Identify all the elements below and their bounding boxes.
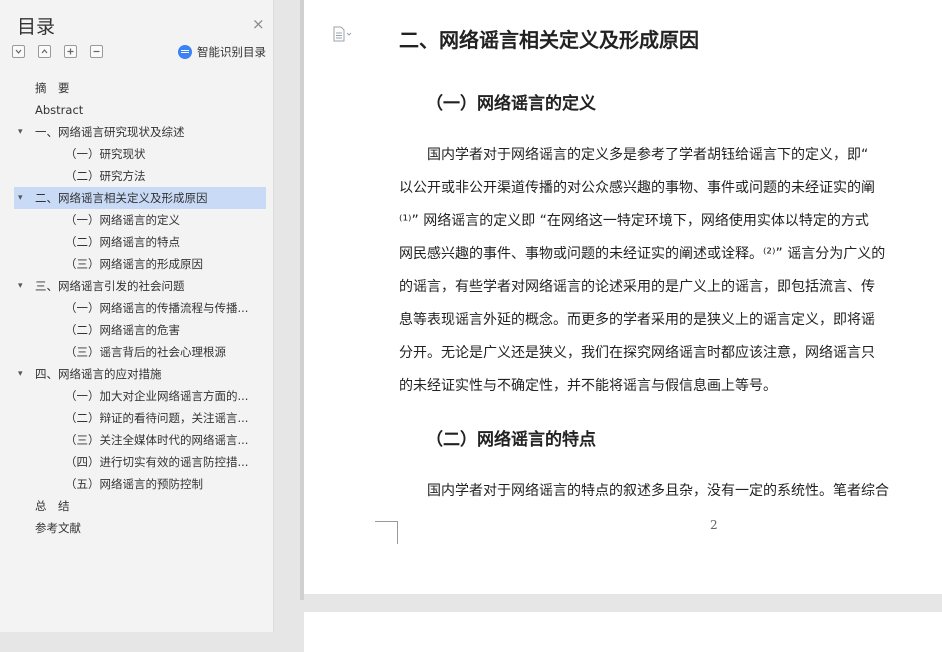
toc-item[interactable]: （五）网络谣言的预防控制 (14, 473, 266, 495)
toc-panel: 目录 × 智能识别目录 摘 要 Abstract ▾ 一、网络谣言研究现状及综述 （一）… (0, 0, 274, 632)
toc-item-label: （三）关注全媒体时代的网络谣言... (65, 433, 249, 447)
toc-item[interactable]: （三）关注全媒体时代的网络谣言... (14, 429, 266, 451)
toc-item-label: （二）研究方法 (65, 169, 146, 183)
toc-item[interactable]: （三）谣言背后的社会心理根源 (14, 341, 266, 363)
toc-item-label: （一）加大对企业网络谣言方面的... (65, 389, 249, 403)
toc-item-label: 总 结 (35, 499, 70, 513)
add-icon[interactable] (64, 45, 77, 58)
paragraph-line: 的谣言，有些学者对网络谣言的论述采用的是广义上的谣言，即包括流言、传 (399, 279, 875, 295)
paragraph-line: 国内学者对于网络谣言的特点的叙述多且杂，没有一定的系统性。笔者综合 (399, 483, 889, 499)
next-page[interactable] (304, 612, 942, 652)
toc-item[interactable]: 参考文献 (14, 517, 266, 539)
toc-item-label: 四、网络谣言的应对措施 (35, 367, 162, 381)
toc-item-label: Abstract (35, 103, 84, 117)
toc-scrollbar[interactable] (271, 90, 274, 610)
paragraph-line: 以公开或非公开渠道传播的对公众感兴趣的事物、事件或问题的未经证实的阐 (399, 180, 875, 196)
chevron-down-icon[interactable]: ▾ (18, 363, 30, 385)
toc-item[interactable]: ▾ 一、网络谣言研究现状及综述 (14, 121, 266, 143)
heading-2: 二、网络谣言相关定义及形成原因 (399, 28, 699, 52)
toc-item-label: （二）辩证的看待问题，关注谣言... (65, 411, 249, 425)
toc-item-label: 参考文献 (35, 521, 81, 535)
smart-recognize-label: 智能识别目录 (197, 45, 266, 59)
toc-item[interactable]: 摘 要 (14, 77, 266, 99)
toc-item[interactable]: ▾ 二、网络谣言相关定义及形成原因 (14, 187, 266, 209)
toc-item-label: （三）谣言背后的社会心理根源 (65, 345, 226, 359)
toc-item-label: 摘 要 (35, 81, 70, 95)
toc-item[interactable]: （二）网络谣言的特点 (14, 231, 266, 253)
toc-title: 目录 (17, 16, 56, 38)
paragraph-line: 网民感兴趣的事件、事物或问题的未经证实的阐述或诠释。⁽²⁾” 谣言分为广义的 (399, 246, 886, 262)
toc-item[interactable]: （四）进行切实有效的谣言防控措... (14, 451, 266, 473)
smart-recognize-icon (178, 45, 192, 59)
smart-recognize-toc-button[interactable]: 智能识别目录 (178, 44, 266, 60)
chevron-down-icon[interactable]: ▾ (18, 121, 30, 143)
paragraph-line: 息等表现谣言外延的概念。而更多的学者采用的是狭义上的谣言定义，即将谣 (399, 312, 875, 328)
toc-item[interactable]: ▾ 四、网络谣言的应对措施 (14, 363, 266, 385)
page-number: 2 (710, 518, 718, 532)
paragraph-line: 的未经证实性与不确定性，并不能将谣言与假信息画上等号。 (399, 378, 777, 394)
toc-item-label: （四）进行切实有效的谣言防控措... (65, 455, 249, 469)
expand-all-icon[interactable] (38, 45, 51, 58)
toc-item[interactable]: ▾ 三、网络谣言引发的社会问题 (14, 275, 266, 297)
toc-item[interactable]: （一）网络谣言的定义 (14, 209, 266, 231)
toc-item-label: 一、网络谣言研究现状及综述 (35, 125, 185, 139)
section-title-definition: （一）网络谣言的定义 (426, 94, 596, 114)
toc-item-label: 三、网络谣言引发的社会问题 (35, 279, 185, 293)
toc-item[interactable]: Abstract (14, 99, 266, 121)
toc-item-label: （一）研究现状 (65, 147, 146, 161)
collapse-all-icon[interactable] (12, 45, 25, 58)
paragraph-line: 分开。无论是广义还是狭义，我们在探究网络谣言时都应该注意，网络谣言只 (399, 345, 875, 361)
remove-icon[interactable] (90, 45, 103, 58)
toc-item-label: （三）网络谣言的形成原因 (65, 257, 203, 271)
page-corner-mark (375, 521, 398, 544)
toc-toolbar (12, 44, 116, 60)
document-page[interactable]: 二、网络谣言相关定义及形成原因 （一）网络谣言的定义 国内学者对于网络谣言的定义… (304, 0, 942, 594)
toc-item-label: （五）网络谣言的预防控制 (65, 477, 203, 491)
document-icon[interactable] (332, 26, 352, 42)
paragraph-line: 国内学者对于网络谣言的定义多是参考了学者胡钰给谣言下的定义，即“ (399, 147, 869, 163)
toc-item[interactable]: 总 结 (14, 495, 266, 517)
toc-item-label: （一）网络谣言的传播流程与传播... (65, 301, 249, 315)
paragraph-line: ⁽¹⁾” 网络谣言的定义即 “在网络这一特定环境下，网络使用实体以特定的方式 (399, 213, 869, 229)
close-icon[interactable]: × (252, 14, 265, 34)
toc-list: 摘 要 Abstract ▾ 一、网络谣言研究现状及综述 （一）研究现状 （二）研究方法 ▾… (14, 77, 266, 539)
toc-item[interactable]: （一）网络谣言的传播流程与传播... (14, 297, 266, 319)
toc-item[interactable]: （二）网络谣言的危害 (14, 319, 266, 341)
toc-item-label: （二）网络谣言的特点 (65, 235, 180, 249)
chevron-down-icon[interactable]: ▾ (18, 275, 30, 297)
toc-item-label: 二、网络谣言相关定义及形成原因 (35, 191, 208, 205)
section-title-features: （二）网络谣言的特点 (426, 430, 596, 450)
toc-item[interactable]: （一）加大对企业网络谣言方面的... (14, 385, 266, 407)
toc-item[interactable]: （二）辩证的看待问题，关注谣言... (14, 407, 266, 429)
toc-item[interactable]: （二）研究方法 (14, 165, 266, 187)
toc-item[interactable]: （三）网络谣言的形成原因 (14, 253, 266, 275)
toc-item[interactable]: （一）研究现状 (14, 143, 266, 165)
chevron-down-icon[interactable]: ▾ (18, 187, 30, 209)
toc-item-label: （二）网络谣言的危害 (65, 323, 180, 337)
toc-item-label: （一）网络谣言的定义 (65, 213, 180, 227)
